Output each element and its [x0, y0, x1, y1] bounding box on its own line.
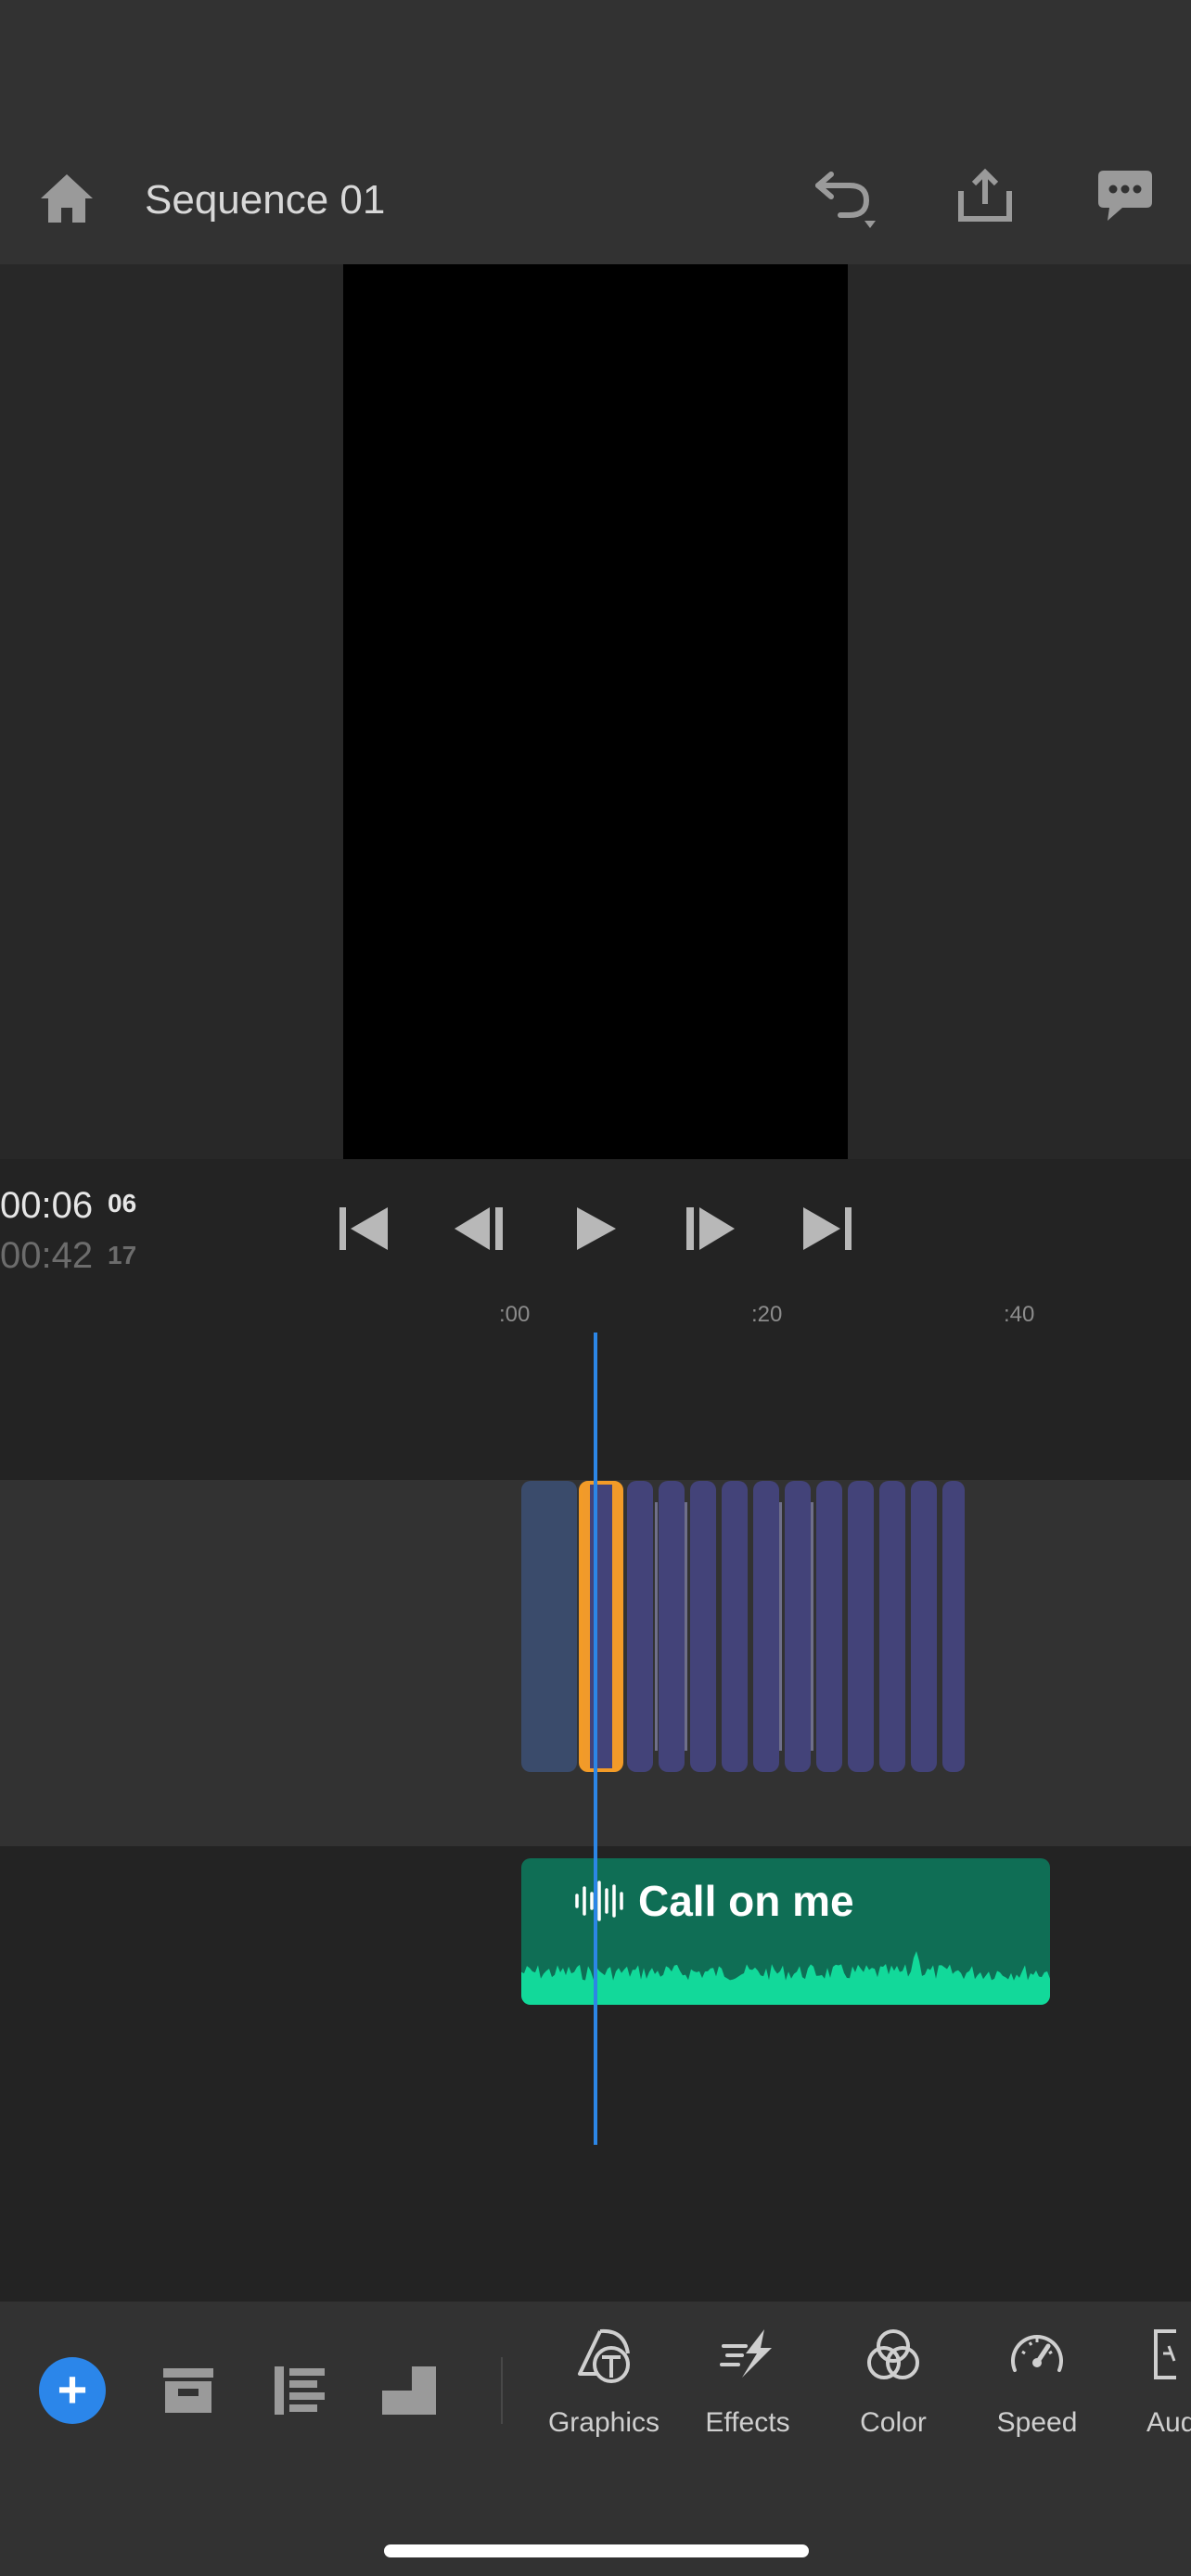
project-panel-button[interactable]	[160, 2365, 217, 2417]
color-icon	[867, 2329, 919, 2379]
audio-icon	[1154, 2329, 1176, 2379]
graphics-label: Graphics	[547, 2407, 660, 2438]
ruler-label: :40	[1004, 1302, 1035, 1327]
aspect-ratio-button[interactable]	[380, 2365, 438, 2417]
selected-video-clip[interactable]	[579, 1481, 623, 1772]
video-clip[interactable]	[753, 1481, 779, 1772]
video-clip[interactable]	[942, 1481, 965, 1772]
video-preview[interactable]	[343, 264, 848, 1159]
feedback-icon	[1098, 171, 1152, 221]
video-clip[interactable]	[722, 1481, 748, 1772]
graphics-tool-button[interactable]: Graphics	[534, 2326, 673, 2455]
color-label: Color	[860, 2407, 927, 2438]
audio-label: Audio	[1146, 2407, 1191, 2438]
clip-divider	[685, 1502, 687, 1751]
status-bar	[0, 0, 1191, 158]
graphics-icon	[578, 2328, 630, 2383]
audio-wave-icon	[573, 1881, 627, 1921]
color-tool-button[interactable]: Color	[824, 2326, 963, 2455]
share-button[interactable]	[955, 165, 1015, 230]
skip-to-start-button[interactable]	[332, 1196, 397, 1261]
feedback-button[interactable]	[1095, 167, 1156, 228]
speed-icon	[1011, 2335, 1063, 2372]
audio-waveform	[521, 1951, 1050, 2005]
skip-to-start-icon	[339, 1207, 388, 1250]
add-media-button[interactable]: +	[39, 2357, 106, 2424]
video-clip[interactable]	[879, 1481, 905, 1772]
video-clip[interactable]	[785, 1481, 811, 1772]
undo-button[interactable]	[807, 165, 881, 230]
effects-tool-button[interactable]: Effects	[678, 2326, 817, 2455]
home-button[interactable]	[37, 169, 96, 228]
toolbar-divider	[501, 2357, 503, 2424]
play-icon	[577, 1207, 616, 1250]
ruler-label: :20	[751, 1302, 783, 1327]
skip-to-end-icon	[803, 1207, 852, 1250]
video-clip[interactable]	[848, 1481, 874, 1772]
sequence-title[interactable]: Sequence 01	[145, 172, 385, 228]
share-icon	[958, 168, 1012, 222]
total-frames: 17	[108, 1241, 137, 1269]
video-clip[interactable]	[627, 1481, 653, 1772]
home-indicator	[384, 2544, 809, 2557]
home-icon	[41, 174, 93, 223]
archive-icon	[163, 2368, 213, 2413]
step-forward-icon	[686, 1207, 735, 1250]
step-forward-button[interactable]	[677, 1196, 742, 1261]
play-button[interactable]	[562, 1196, 627, 1261]
track-list-icon	[275, 2366, 325, 2415]
audio-tool-button[interactable]: Audio	[1117, 2326, 1191, 2455]
plus-icon: +	[57, 2360, 88, 2418]
track-list-button[interactable]	[271, 2365, 328, 2417]
clip-divider	[779, 1502, 782, 1751]
total-duration: 00:42	[0, 1235, 94, 1276]
skip-to-end-button[interactable]	[794, 1196, 859, 1261]
ruler-label: :00	[499, 1302, 531, 1327]
current-frames: 06	[108, 1189, 137, 1218]
video-clip[interactable]	[521, 1481, 577, 1772]
video-clip[interactable]	[816, 1481, 842, 1772]
video-clip[interactable]	[911, 1481, 937, 1772]
aspect-ratio-icon	[382, 2366, 436, 2415]
speed-tool-button[interactable]: Speed	[967, 2326, 1107, 2455]
effects-icon	[720, 2329, 772, 2378]
clip-divider	[811, 1502, 813, 1751]
current-timecode: 00:06	[0, 1185, 94, 1226]
step-back-icon	[455, 1207, 503, 1250]
step-back-button[interactable]	[447, 1196, 512, 1261]
audio-clip-title: Call on me	[638, 1877, 854, 1925]
speed-label: Speed	[996, 2407, 1078, 2438]
effects-label: Effects	[705, 2407, 790, 2438]
video-clip[interactable]	[690, 1481, 716, 1772]
playhead[interactable]	[594, 1333, 597, 2145]
video-clip[interactable]	[659, 1481, 685, 1772]
clip-divider	[655, 1502, 658, 1751]
undo-icon	[815, 172, 876, 228]
